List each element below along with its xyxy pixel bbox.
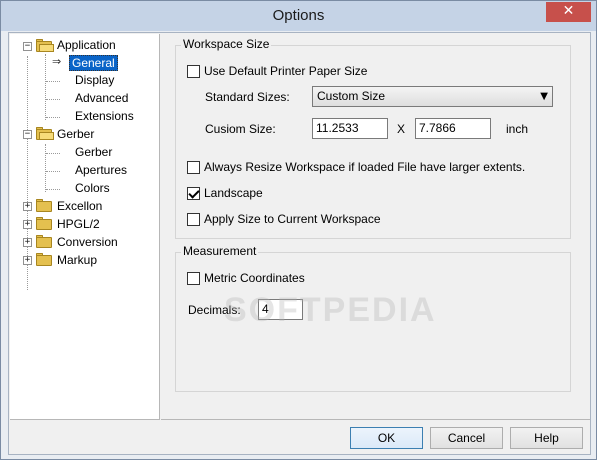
folder-icon — [36, 217, 54, 230]
expand-toggle-application[interactable]: − — [23, 42, 32, 51]
folder-icon — [36, 199, 54, 212]
metric-coordinates-checkbox[interactable] — [187, 271, 200, 285]
options-tree[interactable]: − Application ⇒ General Display Advanced… — [10, 34, 160, 420]
standard-sizes-value: Custom Size — [317, 89, 386, 103]
close-icon: ✕ — [562, 3, 575, 19]
apply-size-checkbox[interactable] — [187, 212, 200, 226]
expand-toggle-conversion[interactable]: + — [23, 238, 32, 247]
window-title: Options — [272, 7, 325, 24]
custom-width-input[interactable]: 11.2533 — [312, 118, 388, 139]
landscape-checkbox[interactable] — [187, 186, 200, 200]
metric-coordinates-label: Metric Coordinates — [204, 271, 305, 285]
tree-guide-line — [46, 81, 60, 82]
standard-sizes-label: Standard Sizes: — [205, 90, 290, 104]
apply-size-label: Apply Size to Current Workspace — [204, 212, 381, 226]
tree-guide-line — [46, 189, 60, 190]
chevron-down-icon: ▼ — [540, 91, 548, 102]
apply-size-row[interactable]: Apply Size to Current Workspace — [187, 212, 381, 226]
tree-item-extensions[interactable]: Extensions — [75, 109, 134, 123]
measurement-title: Measurement — [181, 244, 259, 258]
use-default-printer-label: Use Default Printer Paper Size — [204, 64, 368, 78]
tree-item-general[interactable]: General — [69, 55, 118, 71]
tree-guide-line — [46, 171, 60, 172]
use-default-printer-row[interactable]: Use Default Printer Paper Size — [187, 64, 367, 78]
size-separator: X — [397, 122, 406, 136]
custom-height-input[interactable]: 7.7866 — [415, 118, 491, 139]
expand-toggle-excellon[interactable]: + — [23, 202, 32, 211]
dialog-body: − Application ⇒ General Display Advanced… — [8, 32, 591, 455]
expand-toggle-gerber[interactable]: − — [23, 130, 32, 139]
options-window: Options ✕ − Application ⇒ General Displa… — [0, 0, 597, 460]
custom-size-label: Cusiom Size: — [205, 122, 276, 136]
folder-open-icon — [36, 127, 54, 140]
tree-item-colors[interactable]: Colors — [75, 181, 110, 195]
softpedia-watermark: SOFTPEDIA — [224, 291, 437, 329]
tree-item-excellon[interactable]: Excellon — [57, 199, 102, 213]
landscape-label: Landscape — [204, 186, 263, 200]
standard-sizes-dropdown[interactable]: Custom Size ▼ — [312, 86, 553, 107]
title-bar: Options ✕ — [1, 1, 596, 31]
tree-item-advanced[interactable]: Advanced — [75, 91, 128, 105]
expand-toggle-hpgl2[interactable]: + — [23, 220, 32, 229]
unit-label: inch — [506, 122, 529, 136]
tree-item-display[interactable]: Display — [75, 73, 114, 87]
tree-item-conversion[interactable]: Conversion — [57, 235, 118, 249]
folder-icon — [36, 253, 54, 266]
metric-coordinates-row[interactable]: Metric Coordinates — [187, 271, 305, 285]
ok-button[interactable]: OK — [350, 427, 423, 449]
tree-guide-line — [45, 144, 46, 192]
tree-guide-line — [46, 99, 60, 100]
tree-item-hpgl2[interactable]: HPGL/2 — [57, 217, 100, 231]
help-button[interactable]: Help — [510, 427, 583, 449]
expand-toggle-markup[interactable]: + — [23, 256, 32, 265]
always-resize-label: Always Resize Workspace if loaded File h… — [204, 160, 526, 174]
folder-icon — [36, 235, 54, 248]
tree-guide-line — [46, 153, 60, 154]
tree-guide-line — [45, 54, 46, 120]
tree-item-gerber[interactable]: Gerber — [75, 145, 112, 159]
tree-guide-line — [46, 117, 60, 118]
always-resize-row[interactable]: Always Resize Workspace if loaded File h… — [187, 160, 525, 174]
tree-item-application[interactable]: Application — [57, 38, 116, 52]
use-default-printer-checkbox[interactable] — [187, 64, 200, 78]
workspace-size-title: Workspace Size — [181, 37, 272, 51]
cancel-button[interactable]: Cancel — [430, 427, 503, 449]
always-resize-checkbox[interactable] — [187, 160, 200, 174]
close-button[interactable]: ✕ — [546, 2, 591, 22]
selected-arrow-icon: ⇒ — [52, 55, 62, 68]
landscape-row[interactable]: Landscape — [187, 186, 263, 200]
tree-item-apertures[interactable]: Apertures — [75, 163, 127, 177]
folder-open-icon — [36, 39, 54, 52]
tree-item-markup[interactable]: Markup — [57, 253, 97, 267]
tree-item-gerber-group[interactable]: Gerber — [57, 127, 94, 141]
